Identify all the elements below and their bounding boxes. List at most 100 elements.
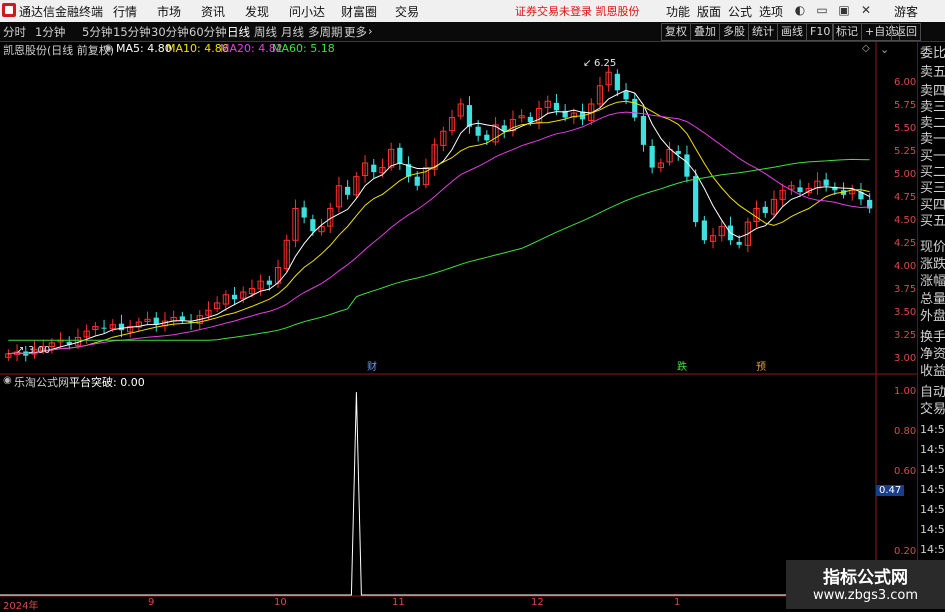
tab-multi-period[interactable]: 多周期 (308, 24, 343, 40)
menu-quotes[interactable]: 行情 (113, 3, 137, 20)
date-axis-2024: 2024年 (3, 601, 39, 612)
indicator-settings-icon[interactable]: ◉ (3, 375, 12, 386)
sidebar-item-buy2[interactable]: 买二 (920, 166, 945, 180)
multi-stock-button[interactable]: 多股 (719, 23, 749, 41)
sidebar-time: 14:56 (920, 463, 945, 476)
draw-line-button[interactable]: 画线 (777, 23, 807, 41)
menu-news[interactable]: 资讯 (201, 3, 225, 20)
sidebar-item-eps[interactable]: 收益 (920, 365, 945, 379)
event-mark-finance[interactable]: 财 (367, 358, 377, 373)
candle-body (301, 207, 307, 218)
tab-30min[interactable]: 30分钟 (151, 24, 189, 40)
kline-chart[interactable] (0, 42, 917, 609)
ma60-line (8, 158, 870, 341)
menu-options[interactable]: 选项 (759, 3, 783, 20)
back-button[interactable]: 返回 (891, 23, 921, 41)
menu-layout[interactable]: 版面 (697, 3, 721, 20)
candle-body (736, 241, 742, 245)
overlay-button[interactable]: 叠加 (690, 23, 720, 41)
tab-5min[interactable]: 5分钟 (82, 24, 112, 40)
menu-assistant[interactable]: 问小达 (289, 3, 325, 20)
tab-weekly[interactable]: 周线 (254, 24, 277, 40)
skin-icon[interactable]: ◐ (791, 2, 809, 18)
candle-body (553, 102, 560, 111)
candle-body (414, 176, 420, 186)
menu-market[interactable]: 市场 (157, 3, 181, 20)
period-toolbar: 分时 1分钟 5分钟 15分钟 30分钟 60分钟 日线 周线 月线 多周期 更… (0, 22, 945, 42)
tab-60min[interactable]: 60分钟 (189, 24, 227, 40)
tab-15min[interactable]: 15分钟 (113, 24, 151, 40)
menu-trade[interactable]: 交易 (395, 3, 419, 20)
sidebar-item-turnover[interactable]: 换手 (920, 331, 945, 345)
sidebar-item-weibi[interactable]: 委比 (920, 47, 945, 61)
title-bar: 通达信金融终端 行情 市场 资讯 发现 问小达 财富圈 交易 证券交易未登录 凯… (0, 0, 945, 23)
maximize-icon[interactable]: ▣ (835, 2, 853, 18)
low-price-label: 3.00 (28, 345, 51, 356)
indicator-name: 乐淘公式网 (14, 376, 69, 389)
sidebar-item-buy3[interactable]: 买三 (920, 182, 945, 196)
candle-body (684, 154, 690, 177)
price-axis-4.75: 4.75 (894, 192, 917, 203)
app-name: 通达信金融终端 (19, 5, 104, 19)
tab-intraday[interactable]: 分时 (3, 24, 26, 40)
breakout-indicator-line (0, 392, 876, 596)
stats-button[interactable]: 统计 (748, 23, 778, 41)
tab-daily[interactable]: 日线 (227, 24, 250, 40)
sidebar-item-price[interactable]: 现价 (920, 241, 945, 255)
price-axis-6.00: 6.00 (894, 77, 917, 88)
sidebar-item-pct[interactable]: 涨幅 (920, 275, 945, 289)
sidebar-item-outer[interactable]: 外盘 (920, 310, 945, 324)
sidebar-time: 14:56 (920, 543, 945, 556)
menu-discover[interactable]: 发现 (245, 3, 269, 20)
mark-button[interactable]: 标记 (832, 23, 862, 41)
candle-body (484, 134, 490, 141)
menu-function[interactable]: 功能 (666, 3, 690, 20)
sidebar-item-change[interactable]: 涨跌 (920, 258, 945, 272)
minimize-icon[interactable]: ▭ (813, 2, 831, 18)
sidebar-item-volume[interactable]: 总量 (920, 293, 945, 307)
high-arrow-icon: ↙ (583, 58, 592, 69)
price-axis-3.75: 3.75 (894, 284, 917, 295)
price-axis-3.25: 3.25 (894, 330, 917, 341)
sidebar-item-netasset[interactable]: 净资 (920, 348, 945, 362)
candle-body (345, 186, 351, 195)
menu-formula[interactable]: 公式 (728, 3, 752, 20)
sidebar-time: 14:56 (920, 483, 945, 496)
watermark-url: www.zbgs3.com (812, 588, 919, 603)
tab-monthly[interactable]: 月线 (281, 24, 304, 40)
date-axis-1: 1 (674, 597, 681, 608)
close-icon[interactable]: ✕ (857, 2, 875, 18)
menu-wealth[interactable]: 财富圈 (341, 3, 377, 20)
tab-more[interactable]: 更多 (344, 24, 367, 40)
price-axis-3.50: 3.50 (894, 307, 917, 318)
sidebar-item-buy4[interactable]: 买四 (920, 199, 945, 213)
event-mark-fall[interactable]: 跌 (677, 358, 687, 373)
adjust-button[interactable]: 复权 (661, 23, 691, 41)
tab-1min[interactable]: 1分钟 (35, 24, 65, 40)
low-arrow-icon: ↗ (16, 345, 25, 356)
sidebar-item-buy1[interactable]: 买一 (920, 150, 945, 164)
ind-axis-0.60: 0.60 (894, 466, 917, 477)
guest-user[interactable]: 游客 (894, 3, 918, 20)
sidebar-item-sell5[interactable]: 卖五 (920, 66, 945, 80)
sidebar-item-buy5[interactable]: 买五 (920, 215, 945, 229)
login-notice[interactable]: 证券交易未登录 凯恩股份 (515, 3, 640, 19)
sidebar-item-auto[interactable]: 自动 (920, 386, 945, 400)
candle-body (466, 105, 473, 127)
watermark-title: 指标公式网 (823, 568, 908, 588)
price-axis-5.50: 5.50 (894, 123, 917, 134)
sidebar-item-sell4[interactable]: 卖四 (920, 85, 945, 99)
candle-body (527, 116, 533, 123)
event-mark-forecast[interactable]: 预 (756, 358, 766, 373)
candle-body (475, 126, 481, 136)
sidebar-item-sell2[interactable]: 卖二 (920, 117, 945, 131)
candle-body (614, 73, 620, 91)
date-axis-11: 11 (392, 597, 405, 608)
price-axis-5.00: 5.00 (894, 169, 917, 180)
sidebar-item-sell1[interactable]: 卖一 (920, 133, 945, 147)
sidebar-item-trade[interactable]: 交易 (920, 403, 945, 417)
f10-button[interactable]: F10 (806, 23, 835, 41)
sidebar-item-sell3[interactable]: 卖三 (920, 101, 945, 115)
more-chevron-icon[interactable]: › (368, 24, 373, 38)
ind-axis-0.20: 0.20 (894, 546, 917, 557)
